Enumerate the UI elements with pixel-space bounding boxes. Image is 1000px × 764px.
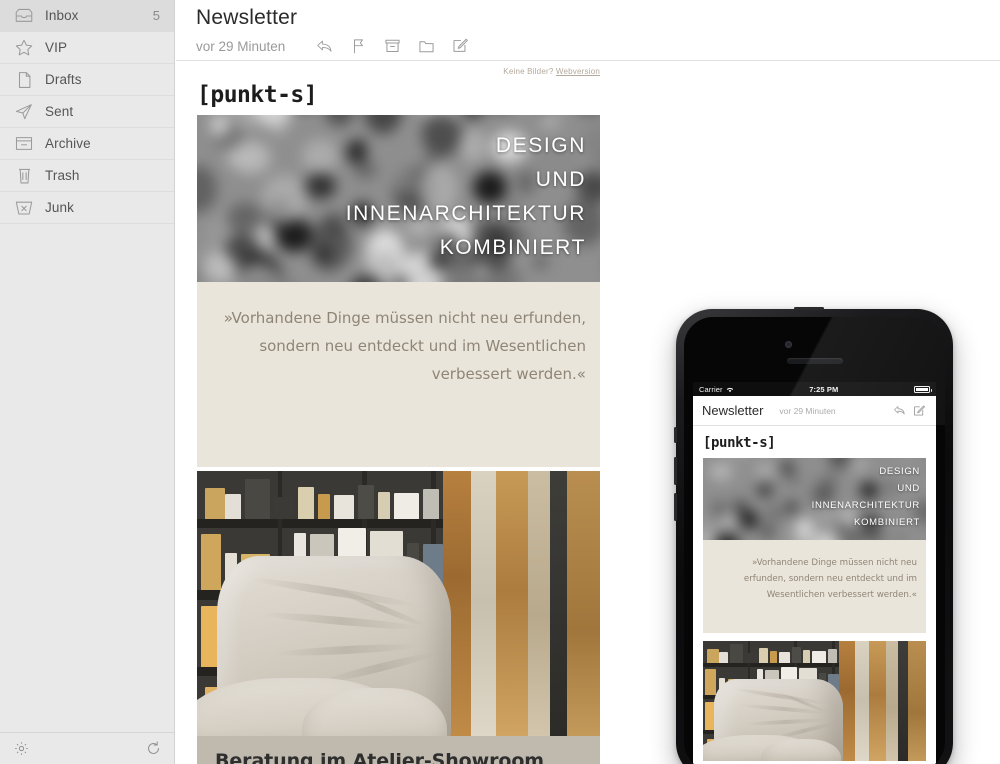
webversion-link[interactable]: Webversion (556, 67, 600, 76)
sidebar-item-archive[interactable]: Archive (0, 128, 174, 160)
sidebar-item-count: 5 (152, 8, 160, 23)
phone-carrier-label: Carrier (699, 384, 723, 394)
compose-pencil-icon[interactable] (909, 404, 929, 417)
inbox-icon (13, 6, 35, 26)
message-date: vor 29 Minuten (196, 38, 286, 54)
message-toolbar: vor 29 Minuten (196, 35, 477, 57)
phone-volume-down-button (674, 493, 677, 521)
archive-box-icon[interactable] (375, 35, 409, 57)
phone-bookshelf-armchair-scene (703, 641, 926, 761)
phone-message-header: Newsletter vor 29 Minuten (693, 396, 936, 426)
phone-message-date: vor 29 Minuten (779, 405, 836, 416)
phone-front-camera (784, 341, 792, 348)
hero-line: UND (897, 483, 920, 494)
sidebar-item-label: Sent (45, 104, 74, 119)
bookshelf-armchair-scene (197, 471, 600, 736)
sidebar-item-trash[interactable]: Trash (0, 160, 174, 192)
compose-pencil-icon[interactable] (443, 35, 477, 57)
sidebar-item-label: Junk (45, 200, 74, 215)
hero-headline: DESIGN UND INNENARCHITEKTUR KOMBINIERT (346, 129, 586, 265)
iphone-mockup: Carrier 7:25 PM Newsletter vor 29 Minute… (674, 307, 953, 764)
phone-page-title: Newsletter (702, 403, 764, 418)
phone-quote-block: »Vorhandene Dinge müssen nicht neu erfun… (703, 540, 926, 633)
sidebar-footer (0, 732, 174, 764)
hero-line: DESIGN (879, 466, 920, 477)
flag-icon[interactable] (341, 35, 375, 57)
junk-icon (13, 198, 35, 218)
document-icon (13, 70, 35, 90)
sidebar-item-label: Trash (45, 168, 80, 183)
hero-banner: DESIGN UND INNENARCHITEKTUR KOMBINIERT (197, 115, 600, 282)
phone-article-photo (703, 641, 926, 761)
webversion-notice: Keine Bilder? Webversion (176, 67, 600, 76)
sidebar-item-sent[interactable]: Sent (0, 96, 174, 128)
webversion-prefix: Keine Bilder? (503, 67, 556, 76)
hero-line: DESIGN (495, 134, 586, 157)
brand-logo: [punkt-s] (197, 82, 318, 108)
hero-line: UND (535, 168, 586, 191)
article-block: Beratung im Atelier-Showroom Kreislauf 4… (197, 736, 600, 764)
reply-arrow-icon[interactable] (889, 405, 909, 416)
phone-message-body: [punkt-s] DESIGN UND INNENARCHITEKTUR KOMBI… (693, 426, 936, 764)
sidebar-item-vip[interactable]: VIP (0, 32, 174, 64)
phone-earpiece-speaker (786, 358, 843, 364)
hero-line: KOMBINIERT (854, 517, 920, 528)
archive-icon (13, 134, 35, 154)
page-title: Newsletter (196, 6, 298, 29)
trash-icon (13, 166, 35, 186)
gear-icon[interactable] (11, 739, 31, 759)
phone-status-bar: Carrier 7:25 PM (693, 382, 936, 396)
refresh-icon[interactable] (143, 739, 163, 759)
send-icon (13, 102, 35, 122)
sidebar-item-inbox[interactable]: Inbox 5 (0, 0, 174, 32)
phone-carrier: Carrier (699, 385, 734, 394)
star-icon (13, 38, 35, 58)
phone-mute-switch (674, 427, 677, 443)
quote-block: »Vorhandene Dinge müssen nicht neu erfun… (197, 282, 600, 467)
phone-hero-headline: DESIGN UND INNENARCHITEKTUR KOMBINIERT (812, 463, 920, 531)
battery-icon (914, 385, 932, 393)
mail-app-window: Inbox 5 VIP Drafts Sent Archive Trash Junk News… (0, 0, 1000, 764)
sidebar-item-label: VIP (45, 40, 68, 55)
sidebar-item-label: Archive (45, 136, 91, 151)
hero-line: KOMBINIERT (439, 236, 586, 259)
mailbox-sidebar: Inbox 5 VIP Drafts Sent Archive Trash Junk (0, 0, 175, 764)
phone-hero-banner: DESIGN UND INNENARCHITEKTUR KOMBINIERT (703, 458, 926, 540)
phone-clock: 7:25 PM (809, 384, 839, 394)
hero-line: INNENARCHITEKTUR (811, 500, 920, 511)
sidebar-item-drafts[interactable]: Drafts (0, 64, 174, 96)
mailbox-list: Inbox 5 VIP Drafts Sent Archive Trash Junk (0, 0, 174, 224)
sidebar-item-junk[interactable]: Junk (0, 192, 174, 224)
phone-volume-up-button (674, 457, 677, 485)
phone-screen: Carrier 7:25 PM Newsletter vor 29 Minute… (693, 382, 936, 764)
phone-brand-logo: [punkt-s] (703, 435, 776, 451)
phone-power-button (794, 307, 824, 310)
phone-quote-text: »Vorhandene Dinge müssen nicht neu erfun… (743, 558, 917, 600)
wifi-icon (726, 387, 733, 392)
message-header: Newsletter vor 29 Minuten (176, 0, 1000, 61)
quote-text: »Vorhandene Dinge müssen nicht neu erfun… (223, 309, 586, 383)
sidebar-item-label: Inbox (45, 8, 79, 23)
hero-line: INNENARCHITEKTUR (345, 202, 586, 225)
folder-icon[interactable] (409, 35, 443, 57)
phone-body: Carrier 7:25 PM Newsletter vor 29 Minute… (684, 317, 945, 764)
reply-arrow-icon[interactable] (307, 35, 341, 57)
sidebar-item-label: Drafts (45, 72, 82, 87)
article-photo (197, 471, 600, 736)
article-title: Beratung im Atelier-Showroom (215, 750, 544, 764)
